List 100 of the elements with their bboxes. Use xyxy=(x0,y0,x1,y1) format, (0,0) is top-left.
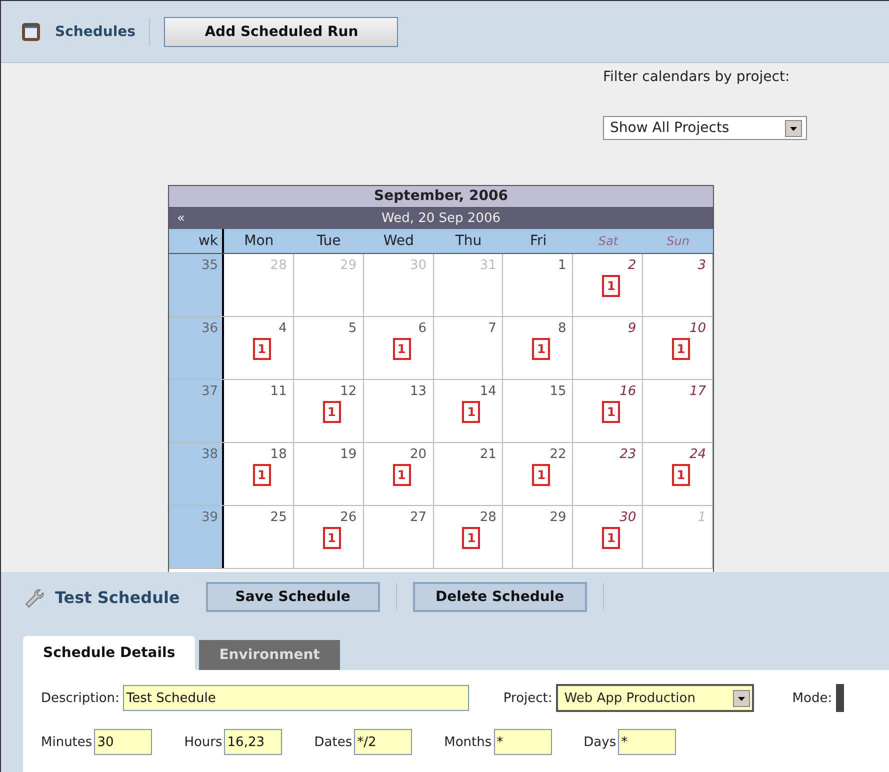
event-count-badge[interactable]: 1 xyxy=(602,275,620,297)
tab[interactable]: Schedule Details xyxy=(23,636,196,670)
day-cell[interactable]: 11 xyxy=(224,380,294,442)
weekday-header: Mon xyxy=(243,233,275,249)
day-number: 15 xyxy=(550,384,566,399)
day-cell[interactable]: 21 xyxy=(434,443,504,505)
week-number: 39 xyxy=(169,506,224,568)
delete-schedule-button[interactable]: Delete Schedule xyxy=(412,582,587,612)
cron-label: Minutes xyxy=(41,734,92,750)
tab[interactable]: Environment xyxy=(199,640,340,670)
event-count-badge[interactable]: 1 xyxy=(532,338,550,360)
day-number: 30 xyxy=(620,510,636,525)
event-count-badge[interactable]: 1 xyxy=(322,401,341,423)
calendar-icon xyxy=(21,22,41,42)
mode-label: Mode: xyxy=(792,690,832,706)
day-number: 14 xyxy=(480,384,496,399)
cron-label: Months xyxy=(444,734,492,750)
day-cell[interactable]: 27 xyxy=(364,506,434,568)
day-cell[interactable]: 22 1 xyxy=(503,443,574,505)
day-cell[interactable]: 12 1 xyxy=(294,380,364,442)
day-cell[interactable]: 18 1 xyxy=(224,443,294,505)
day-number: 9 xyxy=(628,321,636,336)
day-cell[interactable]: 10 1 xyxy=(643,317,713,379)
event-count-badge[interactable]: 1 xyxy=(392,464,411,486)
day-number: 10 xyxy=(689,321,706,336)
day-number: 29 xyxy=(550,510,566,525)
day-cell[interactable]: 16 1 xyxy=(573,380,644,442)
event-count-badge[interactable]: 1 xyxy=(252,338,271,360)
cron-field[interactable]: */2 xyxy=(354,729,412,755)
mode-field[interactable] xyxy=(836,684,844,712)
day-cell[interactable]: 15 xyxy=(503,380,574,442)
day-number: 26 xyxy=(340,510,357,525)
event-count-badge[interactable]: 1 xyxy=(462,401,480,423)
day-number: 20 xyxy=(410,447,427,462)
day-number: 31 xyxy=(480,258,496,273)
day-number: 1 xyxy=(558,258,566,273)
day-cell[interactable]: 28 1 xyxy=(434,506,504,568)
day-cell[interactable]: 30 1 xyxy=(573,506,644,568)
day-cell[interactable]: 14 1 xyxy=(434,380,504,442)
day-cell[interactable]: 25 xyxy=(224,506,294,568)
description-label: Description: xyxy=(41,690,120,706)
day-cell[interactable]: 23 xyxy=(573,443,644,505)
day-cell[interactable]: 26 1 xyxy=(294,506,364,568)
cron-field[interactable]: * xyxy=(494,729,552,755)
week-number: 35 xyxy=(169,254,224,316)
day-number: 5 xyxy=(348,321,357,336)
project-label: Project: xyxy=(503,690,552,706)
event-count-badge[interactable]: 1 xyxy=(672,338,690,360)
week-number: 37 xyxy=(169,380,224,442)
day-number: 25 xyxy=(270,510,287,525)
day-cell[interactable]: 2 1 xyxy=(573,254,644,316)
day-cell[interactable]: 29 xyxy=(503,506,574,568)
day-number: 30 xyxy=(410,258,427,273)
day-number: 28 xyxy=(270,258,287,273)
day-number: 11 xyxy=(270,384,287,399)
weekday-header: Wed xyxy=(382,233,415,249)
event-count-badge[interactable]: 1 xyxy=(252,464,271,486)
event-count-badge[interactable]: 1 xyxy=(532,464,550,486)
cron-field[interactable]: * xyxy=(618,729,676,755)
dropdown-icon xyxy=(733,690,750,706)
event-count-badge[interactable]: 1 xyxy=(602,401,620,423)
cron-label: Days xyxy=(584,734,616,750)
day-number: 18 xyxy=(270,447,287,462)
day-number: 23 xyxy=(620,447,636,462)
event-count-badge[interactable]: 1 xyxy=(322,527,341,549)
day-number: 16 xyxy=(620,384,636,399)
day-cell[interactable]: 9 xyxy=(573,317,644,379)
save-schedule-button[interactable]: Save Schedule xyxy=(206,582,380,612)
day-cell[interactable]: 4 1 xyxy=(224,317,294,379)
day-number: 7 xyxy=(488,321,496,336)
cron-field[interactable]: 30 xyxy=(94,729,152,755)
add-scheduled-run-button[interactable]: Add Scheduled Run xyxy=(164,16,398,46)
day-cell[interactable]: 1 xyxy=(503,254,574,316)
event-count-badge[interactable]: 1 xyxy=(602,527,620,549)
day-cell[interactable]: 24 1 xyxy=(643,443,713,505)
day-cell[interactable]: 3 xyxy=(643,254,713,316)
day-number: 22 xyxy=(550,447,566,462)
event-count-badge[interactable]: 1 xyxy=(392,338,411,360)
filter-label: Filter calendars by project: xyxy=(603,69,790,85)
day-number: 27 xyxy=(410,510,427,525)
day-cell[interactable]: 5 xyxy=(294,317,364,379)
day-cell[interactable]: 17 xyxy=(643,380,713,442)
cron-field[interactable]: 16,23 xyxy=(224,729,282,755)
day-cell[interactable]: 6 1 xyxy=(364,317,434,379)
project-select[interactable]: Web App Production xyxy=(556,684,754,712)
day-cell[interactable]: 13 xyxy=(364,380,434,442)
description-field[interactable]: Test Schedule xyxy=(123,685,470,711)
day-cell[interactable]: 7 xyxy=(434,317,504,379)
day-cell[interactable]: 20 1 xyxy=(364,443,434,505)
previous-link[interactable]: « xyxy=(169,211,201,226)
project-filter-select[interactable]: Show All Projects xyxy=(603,116,807,140)
day-cell[interactable]: 19 xyxy=(294,443,364,505)
day-number: 17 xyxy=(689,384,706,399)
event-count-badge[interactable]: 1 xyxy=(462,527,480,549)
weekday-header: Tue xyxy=(316,233,342,249)
day-cell[interactable]: 8 1 xyxy=(503,317,574,379)
event-count-badge[interactable]: 1 xyxy=(672,464,690,486)
day-number: 29 xyxy=(340,258,357,273)
day-number: 4 xyxy=(278,321,287,336)
day-number: 1 xyxy=(698,510,706,525)
